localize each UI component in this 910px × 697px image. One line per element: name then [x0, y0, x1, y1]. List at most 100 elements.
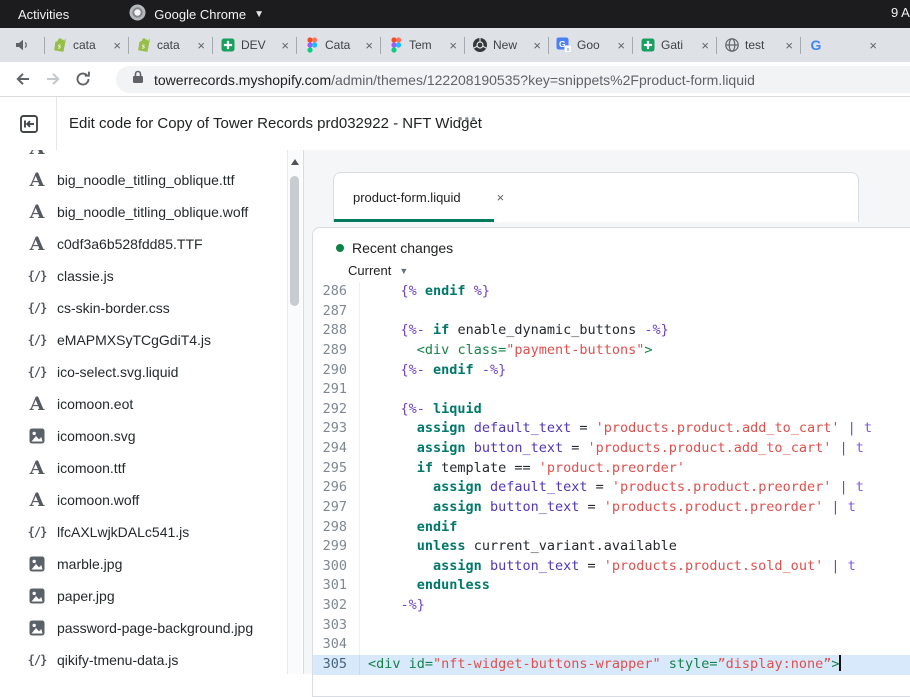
file-name: icomoon.eot: [57, 396, 133, 412]
code-text: assign button_text = 'products.product.s…: [360, 557, 856, 577]
code-line[interactable]: 292 {%- liquid: [313, 400, 910, 420]
code-text: endunless: [360, 576, 490, 596]
editor-tab-product-form[interactable]: product-form.liquid ×: [334, 173, 504, 222]
recent-changes-row: Recent changes: [336, 240, 910, 256]
image-file-icon: [27, 427, 47, 445]
file-item[interactable]: {/}lfcAXLwjkDALc541.js: [0, 516, 288, 548]
shopify-favicon: s: [136, 37, 152, 53]
svg-text:s: s: [57, 42, 61, 51]
scrollbar-thumb[interactable]: [290, 176, 299, 306]
code-line[interactable]: 288 {%- if enable_dynamic_buttons -%}: [313, 321, 910, 341]
code-line[interactable]: 300 assign button_text = 'products.produ…: [313, 557, 910, 577]
tab-close-icon[interactable]: ×: [197, 39, 205, 52]
file-item[interactable]: Aicomoon.ttf: [0, 452, 288, 484]
code-line[interactable]: 295 if template == 'product.preorder': [313, 459, 910, 479]
browser-tab[interactable]: test×: [717, 28, 800, 62]
file-item[interactable]: {/}cs-skin-border.css: [0, 292, 288, 324]
file-item[interactable]: A: [0, 150, 288, 164]
browser-tab-list: scata×scata×DEV×Cata×Tem×New×GxGoo×Gati×…: [44, 28, 910, 62]
sidebar-scrollbar[interactable]: [287, 150, 302, 674]
line-number: 295: [313, 459, 360, 479]
file-item[interactable]: paper.jpg: [0, 580, 288, 612]
font-file-icon: A: [30, 233, 45, 255]
editor-tab-close-icon[interactable]: ×: [497, 190, 505, 205]
back-button[interactable]: [8, 69, 38, 89]
browser-tab[interactable]: Tem×: [381, 28, 464, 62]
code-line[interactable]: 297 assign button_text = 'products.produ…: [313, 498, 910, 518]
line-number: 290: [313, 361, 360, 381]
tab-title: cata: [73, 38, 108, 52]
line-number: 294: [313, 439, 360, 459]
code-line[interactable]: 304: [313, 635, 910, 655]
browser-tab[interactable]: GxGoo×: [549, 28, 632, 62]
code-line[interactable]: 299 unless current_variant.available: [313, 537, 910, 557]
editor-tab-bar: product-form.liquid ×: [333, 172, 859, 222]
file-item[interactable]: marble.jpg: [0, 548, 288, 580]
tab-title: Gati: [661, 38, 696, 52]
activities-button[interactable]: Activities: [18, 7, 69, 22]
browser-tab[interactable]: scata×: [129, 28, 212, 62]
version-dropdown[interactable]: Current ▼: [348, 263, 910, 278]
line-number: 303: [313, 616, 360, 636]
code-line[interactable]: 291: [313, 380, 910, 400]
file-item[interactable]: {/}eMAPMXSyTCgGdiT4.js: [0, 324, 288, 356]
code-text: endif: [360, 518, 457, 538]
code-line[interactable]: 294 assign button_text = 'products.produ…: [313, 439, 910, 459]
tab-close-icon[interactable]: ×: [449, 39, 457, 52]
tab-close-icon[interactable]: ×: [869, 39, 877, 52]
file-item[interactable]: icomoon.svg: [0, 420, 288, 452]
file-item[interactable]: Abig_noodle_titling_oblique.ttf: [0, 164, 288, 196]
code-line[interactable]: 303: [313, 616, 910, 636]
file-item[interactable]: Aicomoon.woff: [0, 484, 288, 516]
file-sidebar: AAbig_noodle_titling_oblique.ttfAbig_noo…: [0, 150, 304, 674]
browser-tab[interactable]: New×: [465, 28, 548, 62]
version-caret-icon: ▼: [399, 266, 408, 276]
browser-tab[interactable]: G×: [801, 28, 884, 62]
forward-button[interactable]: [38, 69, 68, 89]
code-line[interactable]: 305<div id="nft-widget-buttons-wrapper" …: [313, 655, 910, 675]
browser-tab[interactable]: DEV×: [213, 28, 296, 62]
app-menu[interactable]: Google Chrome ▼: [129, 4, 264, 24]
code-line[interactable]: 289 <div class="payment-buttons">: [313, 341, 910, 361]
scrollbar-up-arrow-icon[interactable]: [291, 159, 299, 165]
tab-close-icon[interactable]: ×: [281, 39, 289, 52]
file-item[interactable]: {/}qikify-tmenu-data.js: [0, 644, 288, 674]
code-line[interactable]: 302 -%}: [313, 596, 910, 616]
file-item[interactable]: {/}classie.js: [0, 260, 288, 292]
tab-title: Cata: [325, 38, 360, 52]
code-line[interactable]: 290 {%- endif -%}: [313, 361, 910, 381]
tab-close-icon[interactable]: ×: [533, 39, 541, 52]
reload-button[interactable]: [68, 70, 98, 88]
code-line[interactable]: 301 endunless: [313, 576, 910, 596]
file-item[interactable]: {/}ico-select.svg.liquid: [0, 356, 288, 388]
file-name: eMAPMXSyTCgGdiT4.js: [57, 332, 211, 348]
overflow-menu-button[interactable]: •••: [458, 111, 478, 126]
file-item[interactable]: password-page-background.jpg: [0, 612, 288, 644]
tab-close-icon[interactable]: ×: [701, 39, 709, 52]
tab-close-icon[interactable]: ×: [113, 39, 121, 52]
code-line[interactable]: 287: [313, 302, 910, 322]
tab-close-icon[interactable]: ×: [617, 39, 625, 52]
code-text: [360, 616, 368, 636]
exit-code-editor-icon[interactable]: [17, 112, 41, 136]
tab-close-icon[interactable]: ×: [365, 39, 373, 52]
address-bar[interactable]: towerrecords.myshopify.com/admin/themes/…: [116, 66, 910, 93]
figma-favicon: [304, 37, 320, 53]
code-line[interactable]: 286 {% endif %}: [313, 282, 910, 302]
tab-close-icon[interactable]: ×: [785, 39, 793, 52]
code-text: {%- if enable_dynamic_buttons -%}: [360, 321, 669, 341]
browser-tab[interactable]: Gati ×: [633, 28, 716, 62]
file-item[interactable]: Abig_noodle_titling_oblique.woff: [0, 196, 288, 228]
code-line[interactable]: 298 endif: [313, 518, 910, 538]
header-divider: [56, 97, 57, 150]
browser-tab[interactable]: s cata ×: [45, 28, 128, 62]
version-label: Current: [348, 263, 391, 278]
code-line[interactable]: 293 assign default_text = 'products.prod…: [313, 419, 910, 439]
file-item[interactable]: Aicomoon.eot: [0, 388, 288, 420]
code-line[interactable]: 296 assign default_text = 'products.prod…: [313, 478, 910, 498]
browser-tab-strip: scata×scata×DEV×Cata×Tem×New×GxGoo×Gati×…: [0, 28, 910, 62]
recent-changes-dot-icon: [336, 244, 344, 252]
code-file-icon: {/}: [28, 653, 47, 667]
file-item[interactable]: Ac0df3a6b528fdd85.TTF: [0, 228, 288, 260]
browser-tab[interactable]: Cata ×: [297, 28, 380, 62]
